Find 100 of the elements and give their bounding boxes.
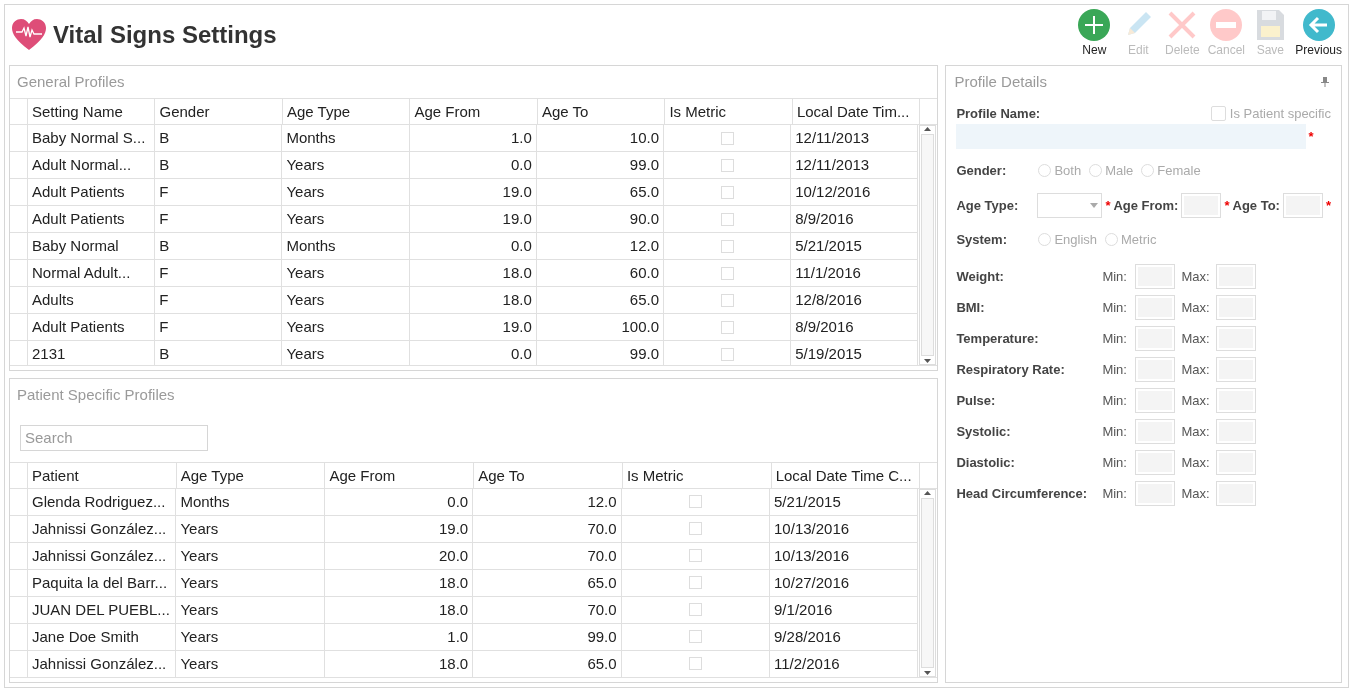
column-header[interactable]: Gender — [155, 99, 283, 124]
table-cell: Years — [282, 179, 410, 205]
max-label: Max: — [1181, 424, 1211, 439]
table-cell: Adult Patients — [28, 314, 156, 340]
table-cell: Years — [176, 515, 325, 542]
table-cell: Jahnissi González... — [28, 515, 177, 542]
table-cell: 65.0 — [536, 179, 664, 205]
field-label: Weight: — [956, 269, 1005, 284]
checkbox[interactable] — [720, 131, 734, 145]
max-field[interactable] — [1216, 295, 1257, 320]
column-header[interactable]: Age From — [410, 99, 538, 124]
min-field[interactable] — [1135, 388, 1176, 413]
age-type-dropdown[interactable] — [1037, 193, 1103, 218]
table-cell: Paquita la del Barr... — [28, 569, 177, 596]
table-cell: 18.0 — [324, 569, 474, 596]
max-field[interactable] — [1216, 450, 1257, 475]
table-cell: F — [155, 260, 283, 286]
column-header[interactable]: Age To — [537, 99, 666, 124]
min-field[interactable] — [1135, 357, 1176, 382]
max-field[interactable] — [1216, 326, 1257, 351]
column-header[interactable]: Age Type — [176, 462, 326, 488]
table-cell: 10/12/2016 — [791, 179, 919, 205]
required-mark: * — [1308, 129, 1314, 144]
pin-icon — [1321, 77, 1329, 87]
checkbox[interactable] — [688, 603, 702, 616]
min-field[interactable] — [1135, 481, 1176, 506]
scroll-down-icon — [923, 670, 933, 676]
checkbox[interactable] — [688, 549, 702, 562]
scrollbar[interactable] — [919, 125, 937, 365]
max-field[interactable] — [1216, 264, 1257, 289]
table-cell: Years — [282, 341, 410, 365]
checkbox[interactable] — [688, 576, 702, 589]
heart-monitor-icon — [11, 18, 47, 52]
column-header[interactable]: Is Metric — [622, 462, 772, 488]
max-label: Max: — [1181, 393, 1211, 408]
column-header[interactable]: Local Date Tim... — [792, 99, 921, 124]
checkbox[interactable] — [688, 495, 702, 508]
age-to-field[interactable] — [1282, 193, 1323, 218]
checkbox[interactable] — [720, 293, 734, 307]
table-cell: 70.0 — [473, 515, 622, 542]
max-field[interactable] — [1216, 419, 1257, 444]
max-field[interactable] — [1216, 357, 1257, 382]
max-label: Max: — [1181, 300, 1211, 315]
checkbox[interactable] — [720, 185, 734, 199]
table-cell: Years — [176, 569, 325, 596]
checkbox[interactable] — [720, 212, 734, 226]
previous-button[interactable]: Previous — [1293, 9, 1344, 57]
table-cell: 19.0 — [409, 179, 537, 205]
scrollbar[interactable] — [919, 488, 937, 677]
table-cell: 10/13/2016 — [770, 542, 919, 569]
checkbox[interactable] — [720, 347, 734, 361]
table-cell: 8/9/2016 — [791, 314, 919, 340]
table-cell: 12/11/2013 — [791, 152, 919, 178]
checkbox[interactable] — [720, 266, 734, 280]
min-field[interactable] — [1135, 419, 1176, 444]
table-cell: 19.0 — [409, 206, 537, 232]
min-field[interactable] — [1135, 326, 1176, 351]
checkbox[interactable] — [688, 630, 702, 643]
new-button[interactable]: New — [1073, 9, 1116, 57]
column-header[interactable]: Is Metric — [665, 99, 793, 124]
checkbox[interactable] — [720, 320, 734, 334]
min-field[interactable] — [1135, 450, 1176, 475]
table-cell: Glenda Rodriguez... — [28, 488, 177, 515]
checkbox[interactable] — [720, 239, 734, 253]
table-cell: Years — [176, 542, 325, 569]
table-cell: 19.0 — [409, 314, 537, 340]
column-header[interactable]: Age Type — [282, 99, 411, 124]
table-cell: F — [155, 314, 283, 340]
table-cell: Years — [282, 260, 410, 286]
plus-icon — [1078, 9, 1111, 41]
table-cell: 70.0 — [473, 596, 622, 623]
table-cell: Years — [176, 650, 325, 677]
panel-title: Profile Details — [954, 72, 1047, 92]
max-field[interactable] — [1216, 388, 1257, 413]
column-header[interactable]: Age To — [474, 462, 623, 488]
search-field[interactable]: Search — [20, 424, 208, 451]
column-header[interactable]: Patient — [28, 462, 177, 488]
checkbox[interactable] — [688, 522, 702, 535]
min-field[interactable] — [1135, 264, 1176, 289]
max-field[interactable] — [1216, 481, 1257, 506]
min-field[interactable] — [1135, 295, 1176, 320]
column-header[interactable]: Age From — [325, 462, 475, 488]
min-label: Min: — [1102, 455, 1128, 470]
column-header[interactable]: Setting Name — [28, 99, 156, 124]
table-cell: 99.0 — [536, 341, 664, 365]
table-cell: F — [155, 179, 283, 205]
table-cell: Jahnissi González... — [28, 542, 177, 569]
min-label: Min: — [1102, 362, 1128, 377]
checkbox[interactable] — [720, 158, 734, 172]
table-cell: Adult Patients — [28, 206, 156, 232]
table-cell: F — [155, 206, 283, 232]
field-label: Temperature: — [956, 331, 1040, 346]
table-cell: 10/27/2016 — [770, 569, 919, 596]
table-cell: 70.0 — [473, 542, 622, 569]
checkbox[interactable] — [688, 657, 702, 670]
age-from-field[interactable] — [1181, 193, 1222, 218]
table-cell: Years — [282, 314, 410, 340]
minus-circle-icon — [1210, 9, 1243, 41]
table-cell: 20.0 — [324, 542, 474, 569]
column-header[interactable]: Local Date Time C... — [771, 462, 921, 488]
